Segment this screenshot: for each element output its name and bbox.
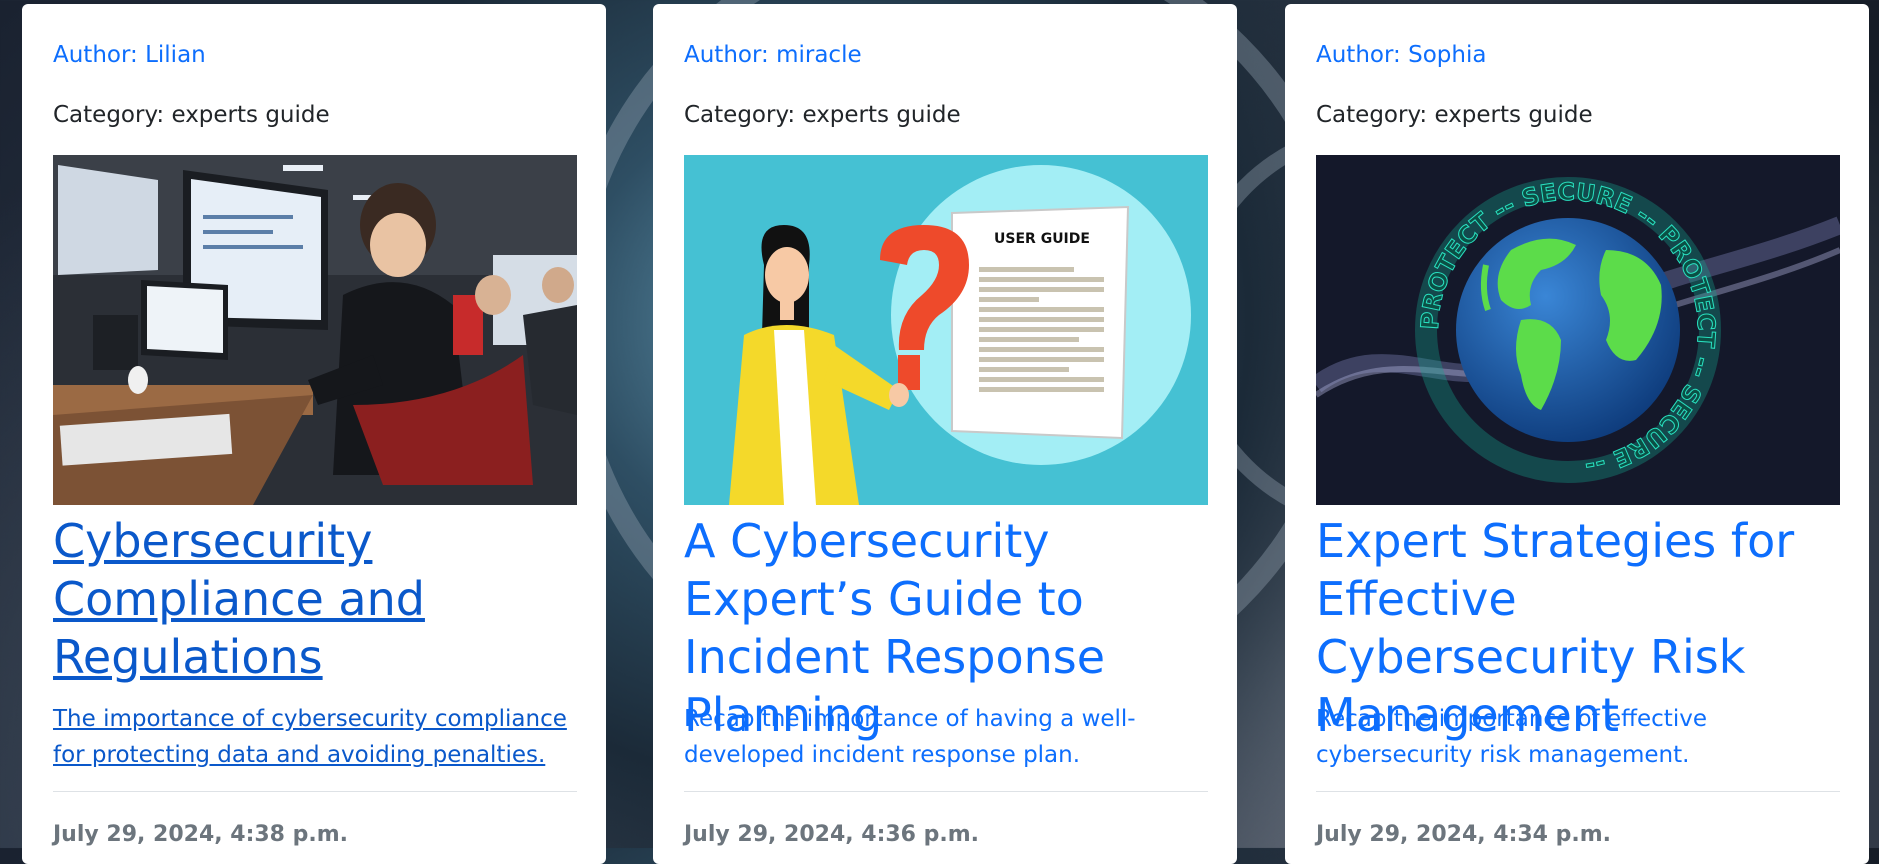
author-link[interactable]: Author: Lilian: [53, 42, 206, 68]
divider: [53, 791, 577, 792]
post-date: July 29, 2024, 4:38 p.m.: [53, 822, 349, 847]
post-title-link[interactable]: Cybersecurity Compliance and Regulations: [53, 512, 583, 686]
divider: [1316, 791, 1840, 792]
category-label: Category: experts guide: [53, 102, 330, 128]
post-date: July 29, 2024, 4:34 p.m.: [1316, 822, 1612, 847]
post-thumbnail[interactable]: PROTECT -- SECURE -- PROTECT -- SECURE -…: [1316, 155, 1840, 505]
category-label: Category: experts guide: [684, 102, 961, 128]
post-card: Author: miracle Category: experts guide …: [653, 4, 1237, 864]
post-card: Author: Lilian Category: experts guide C…: [22, 4, 606, 864]
post-thumbnail[interactable]: [53, 155, 577, 505]
post-card: Author: Sophia Category: experts guide P…: [1285, 4, 1869, 864]
globe-protect-secure-icon: PROTECT -- SECURE -- PROTECT -- SECURE -…: [1316, 155, 1840, 505]
post-excerpt-link[interactable]: Recap the importance of effective cybers…: [1316, 701, 1841, 773]
post-excerpt-link[interactable]: Recap the importance of having a well-de…: [684, 701, 1209, 773]
programmer-illustration-icon: [53, 155, 577, 505]
author-link[interactable]: Author: Sophia: [1316, 42, 1486, 68]
post-thumbnail[interactable]: USER GUIDE: [684, 155, 1208, 505]
author-link[interactable]: Author: miracle: [684, 42, 862, 68]
post-date: July 29, 2024, 4:36 p.m.: [684, 822, 980, 847]
user-guide-label: USER GUIDE: [994, 231, 1090, 247]
divider: [684, 791, 1208, 792]
user-guide-illustration-icon: USER GUIDE: [684, 155, 1208, 505]
category-label: Category: experts guide: [1316, 102, 1593, 128]
post-excerpt-link[interactable]: The importance of cybersecurity complian…: [53, 701, 578, 773]
